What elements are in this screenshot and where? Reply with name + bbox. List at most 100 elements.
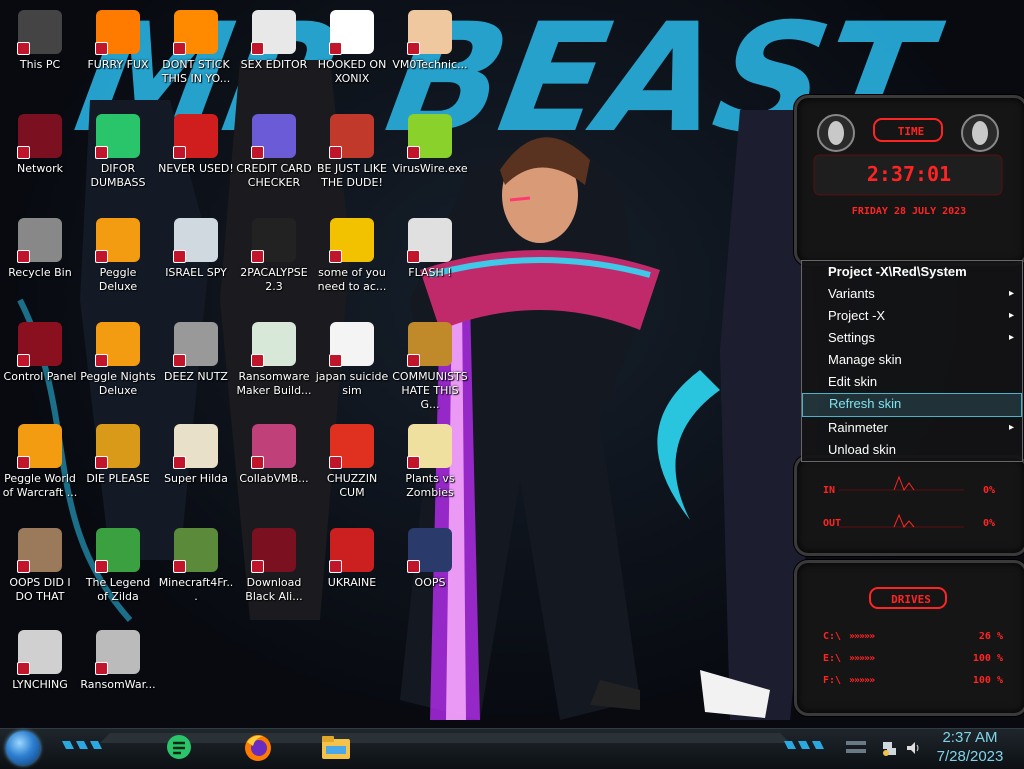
shortcut-arrow-icon — [251, 560, 264, 573]
desktop-icon[interactable]: Peggle Deluxe — [78, 214, 158, 310]
desktop-icon-label: japan suicide sim — [315, 370, 389, 397]
desktop-icon[interactable]: FLASH ! — [390, 214, 470, 310]
desktop-icon[interactable]: OOPS — [390, 524, 470, 620]
desktop-icon[interactable]: VM0Technic... — [390, 6, 470, 102]
desktop-icon[interactable]: FURRY FUX — [78, 6, 158, 102]
desktop-icon[interactable]: CollabVMB... — [234, 420, 314, 516]
shortcut-arrow-icon — [173, 456, 186, 469]
desktop-icon[interactable]: Network — [0, 110, 80, 206]
money-bag-icon — [407, 322, 452, 367]
hxd-icon — [251, 10, 296, 55]
desktop-icon[interactable]: japan suicide sim — [312, 318, 392, 414]
taskbar-date: 7/28/2023 — [936, 748, 1004, 765]
desktop-icon[interactable]: OOPS DID I DO THAT — [0, 524, 80, 620]
desktop-icon-label: DONT STICK THIS IN YO... — [161, 58, 231, 85]
shortcut-arrow-icon — [407, 42, 420, 55]
shortcut-arrow-icon — [95, 354, 108, 367]
desktop-icon[interactable]: ISRAEL SPY — [156, 214, 236, 310]
submenu-arrow-icon: ▸ — [1008, 288, 1014, 299]
shortcut-arrow-icon — [329, 42, 342, 55]
shortcut-arrow-icon — [173, 354, 186, 367]
desktop-icon[interactable]: CHUZZIN CUM — [312, 420, 392, 516]
shortcut-arrow-icon — [329, 146, 342, 159]
desktop-icon[interactable]: DIFOR DUMBASS — [78, 110, 158, 206]
desktop-icon[interactable]: DONT STICK THIS IN YO... — [156, 6, 236, 102]
lime-icon — [407, 114, 452, 159]
desktop-icon[interactable]: Minecraft4Fr... — [156, 524, 236, 620]
desktop-icon[interactable]: LYNCHING — [0, 626, 80, 722]
desktop-icon[interactable]: CREDIT CARD CHECKER — [234, 110, 314, 206]
desktop-icon[interactable]: DIE PLEASE — [78, 420, 158, 516]
desktop-icon[interactable]: SEX EDITOR — [234, 6, 314, 102]
shortcut-arrow-icon — [407, 560, 420, 573]
shortcut-arrow-icon — [173, 250, 186, 263]
taskbar-decoration — [62, 733, 866, 753]
taskbar-clock[interactable]: 2:37 AM 7/28/2023 — [920, 728, 1020, 766]
desktop-icon-label: COMMUNISTS HATE THIS G... — [392, 370, 468, 411]
desktop-icon[interactable]: The Legend of Zilda — [78, 524, 158, 620]
desktop-icon[interactable]: NEVER USED! — [156, 110, 236, 206]
taskbar-chat-app[interactable] — [162, 732, 196, 764]
context-menu-title: Project -X\Red\System — [828, 264, 967, 279]
start-button[interactable] — [6, 731, 40, 765]
desktop-icon[interactable]: RansomWar... — [78, 626, 158, 722]
drive-row: C:\ »»»»» 26 % — [823, 631, 1003, 645]
context-menu-item[interactable]: Project -X ▸ — [802, 305, 1022, 327]
taskbar-firefox[interactable] — [241, 732, 275, 764]
context-menu-item[interactable]: Edit skin — [802, 371, 1022, 393]
desktop-icon[interactable]: BE JUST LIKE THE DUDE! — [312, 110, 392, 206]
drives-gadget[interactable]: DRIVES C:\ »»»»» 26 % E:\ »»»»» 100 % F:\ »»»»»… — [794, 560, 1024, 716]
drive-usage-chevrons: »»»»» — [849, 631, 875, 642]
collab-icon — [251, 424, 296, 469]
desktop-icon-label: OOPS — [414, 576, 446, 589]
context-menu-item[interactable]: Refresh skin — [802, 393, 1022, 417]
vlc-cone-icon — [173, 10, 218, 55]
drive-usage-value: 26 % — [978, 631, 1003, 642]
desktop-icon[interactable]: some of you need to ac... — [312, 214, 392, 310]
desktop-icon[interactable]: 2PACALYPSE 2.3 — [234, 214, 314, 310]
desktop-icon-label: Minecraft4Fr... — [158, 576, 234, 603]
context-menu-item[interactable]: Manage skin — [802, 349, 1022, 371]
network-gadget[interactable]: IN 0% OUT 0% — [794, 455, 1024, 556]
context-menu-item[interactable]: Rainmeter ▸ — [802, 417, 1022, 439]
submenu-arrow-icon: ▸ — [1008, 332, 1014, 343]
desktop-icon[interactable]: Control Panel — [0, 318, 80, 414]
desktop-icon[interactable]: Super Hilda — [156, 420, 236, 516]
clock-date: FRIDAY 28 JULY 2023 — [851, 206, 967, 217]
shortcut-arrow-icon — [251, 456, 264, 469]
shortcut-arrow-icon — [173, 560, 186, 573]
desktop-icon[interactable]: UKRAINE — [312, 524, 392, 620]
clock-gadget[interactable]: TIME 2:37:01 FRIDAY 28 JULY 2023 — [794, 95, 1024, 266]
desktop-icon[interactable]: Ransomware Maker Build... — [234, 318, 314, 414]
drive-letter: F:\ — [823, 675, 842, 686]
beaver-icon — [329, 218, 374, 263]
network-tray-icon[interactable] — [882, 740, 898, 760]
context-menu-item[interactable]: Unload skin — [802, 439, 1022, 461]
drive-row: F:\ »»»»» 100 % — [823, 675, 1003, 689]
desktop-icon[interactable]: Peggle Nights Deluxe — [78, 318, 158, 414]
firefox-icon — [245, 735, 271, 761]
context-menu-item-label: Edit skin — [828, 374, 878, 389]
desktop-icon[interactable]: This PC — [0, 6, 80, 102]
shortcut-arrow-icon — [17, 250, 30, 263]
desktop-icon-label: FLASH ! — [408, 266, 452, 279]
net-in-label: IN — [823, 485, 836, 496]
desktop-icon[interactable]: Recycle Bin — [0, 214, 80, 310]
context-menu-item[interactable]: Settings ▸ — [802, 327, 1022, 349]
taskbar-file-explorer[interactable] — [319, 732, 353, 764]
desktop-icon[interactable]: Plants vs Zombies — [390, 420, 470, 516]
desktop-icon[interactable]: Download Black Ali... — [234, 524, 314, 620]
desktop-icon[interactable]: VirusWire.exe — [390, 110, 470, 206]
volume-icon[interactable] — [905, 740, 921, 760]
desktop-icon[interactable]: HOOKED ON XONIX — [312, 6, 392, 102]
desktop-icon[interactable]: COMMUNISTS HATE THIS G... — [390, 318, 470, 414]
shortcut-arrow-icon — [329, 456, 342, 469]
desktop-icon[interactable]: Peggle World of Warcraft ... — [0, 420, 80, 516]
desktop-icon-label: LYNCHING — [12, 678, 68, 691]
context-menu-item-label: Rainmeter — [828, 420, 888, 435]
shortcut-arrow-icon — [251, 250, 264, 263]
net-out-label: OUT — [823, 518, 842, 529]
shortcut-arrow-icon — [95, 456, 108, 469]
context-menu-item[interactable]: Variants ▸ — [802, 283, 1022, 305]
desktop-icon[interactable]: DEEZ NUTZ — [156, 318, 236, 414]
